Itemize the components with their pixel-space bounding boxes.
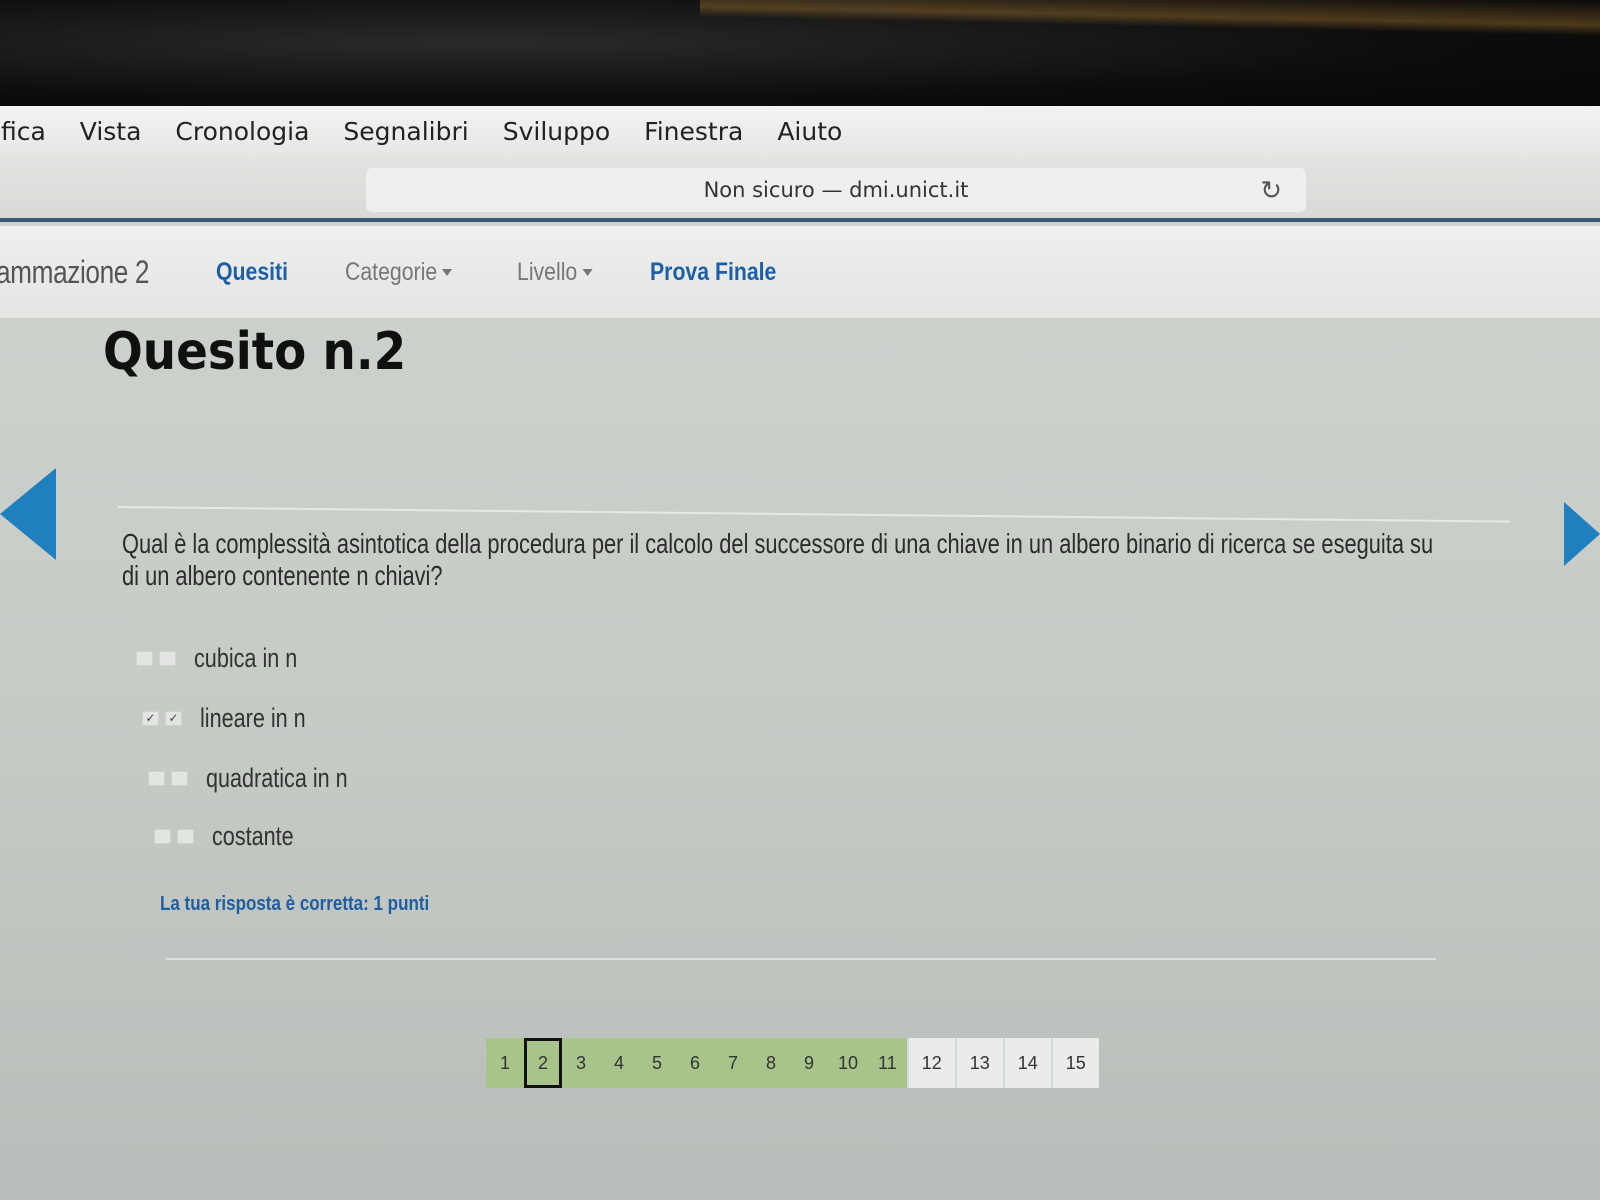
- menu-item[interactable]: Cronologia: [158, 117, 326, 146]
- page-link-5[interactable]: 5: [638, 1038, 676, 1088]
- checkbox[interactable]: [171, 771, 188, 786]
- option-lineare[interactable]: ✓ ✓ lineare in n: [142, 703, 332, 734]
- previous-arrow-icon[interactable]: [0, 468, 56, 560]
- page-link-2[interactable]: 2: [524, 1038, 562, 1088]
- checkbox[interactable]: [154, 829, 171, 844]
- checkbox[interactable]: [159, 651, 176, 666]
- page-link-14[interactable]: 14: [1002, 1038, 1051, 1088]
- nav-livello[interactable]: Livello: [517, 258, 593, 287]
- page-link-8[interactable]: 8: [752, 1038, 790, 1088]
- reload-icon[interactable]: ↻: [1260, 176, 1282, 206]
- page-link-6[interactable]: 6: [676, 1038, 714, 1088]
- page-link-13[interactable]: 13: [954, 1038, 1003, 1088]
- question-page: Quesito n.2 Qual è la complessità asinto…: [0, 318, 1600, 1200]
- address-text: Non sicuro — dmi.unict.it: [703, 178, 969, 202]
- option-checkboxes[interactable]: [154, 829, 194, 844]
- menu-item[interactable]: Finestra: [627, 117, 760, 146]
- screen-bezel: [0, 0, 1600, 108]
- page-link-3[interactable]: 3: [562, 1038, 600, 1088]
- page-link-12[interactable]: 12: [906, 1038, 955, 1088]
- checkbox[interactable]: [136, 651, 153, 666]
- divider-top: [117, 506, 1510, 523]
- next-arrow-icon[interactable]: [1564, 502, 1600, 566]
- menu-bar: ificaVistaCronologiaSegnalibriSviluppoFi…: [0, 106, 1600, 156]
- menu-item[interactable]: ifica: [0, 117, 63, 146]
- option-label: cubica in n: [194, 643, 298, 673]
- option-checkboxes[interactable]: [148, 771, 188, 786]
- nav-categorie[interactable]: Categorie: [345, 258, 453, 287]
- option-checkboxes[interactable]: [136, 651, 176, 666]
- page-title: Quesito n.2: [103, 322, 407, 382]
- page-link-1[interactable]: 1: [486, 1038, 524, 1088]
- page-link-10[interactable]: 10: [828, 1038, 869, 1088]
- chevron-down-icon: [441, 269, 453, 277]
- option-label: costante: [212, 821, 294, 851]
- option-label: lineare in n: [200, 703, 306, 733]
- option-label: quadratica in n: [206, 763, 348, 793]
- checkbox-checked[interactable]: ✓: [142, 711, 159, 726]
- checkbox-checked[interactable]: ✓: [165, 711, 182, 726]
- option-cubica[interactable]: cubica in n: [136, 643, 323, 674]
- page-link-15[interactable]: 15: [1050, 1038, 1099, 1088]
- nav-prova-finale[interactable]: Prova Finale: [650, 258, 776, 287]
- address-bar[interactable]: Non sicuro — dmi.unict.it ↻: [366, 168, 1306, 212]
- checkbox[interactable]: [177, 829, 194, 844]
- chevron-down-icon: [582, 269, 593, 277]
- menu-item[interactable]: Sviluppo: [486, 117, 627, 146]
- browser-toolbar: Non sicuro — dmi.unict.it ↻: [0, 156, 1600, 222]
- answer-feedback: La tua risposta è corretta: 1 punti: [160, 893, 430, 915]
- site-navbar: ammazione 2 Quesiti Categorie Livello Pr…: [0, 226, 1600, 318]
- question-pagination: 1 2 3 4 5 6 7 8 9 10 11 12 13 14 15: [486, 1038, 1099, 1088]
- divider-bottom: [166, 958, 1436, 960]
- checkbox[interactable]: [148, 771, 165, 786]
- nav-quesiti[interactable]: Quesiti: [216, 258, 288, 287]
- page-link-9[interactable]: 9: [790, 1038, 828, 1088]
- menu-item[interactable]: Aiuto: [760, 117, 859, 146]
- option-costante[interactable]: costante: [154, 821, 314, 852]
- page-link-4[interactable]: 4: [600, 1038, 638, 1088]
- option-checkboxes[interactable]: ✓ ✓: [142, 711, 182, 726]
- menu-item[interactable]: Segnalibri: [326, 117, 485, 146]
- site-brand[interactable]: ammazione 2: [0, 254, 152, 291]
- page-link-7[interactable]: 7: [714, 1038, 752, 1088]
- question-text: Qual è la complessità asintotica della p…: [122, 528, 1434, 591]
- menu-item[interactable]: Vista: [63, 117, 159, 146]
- page-link-11[interactable]: 11: [868, 1038, 907, 1088]
- option-quadratica[interactable]: quadratica in n: [148, 763, 383, 794]
